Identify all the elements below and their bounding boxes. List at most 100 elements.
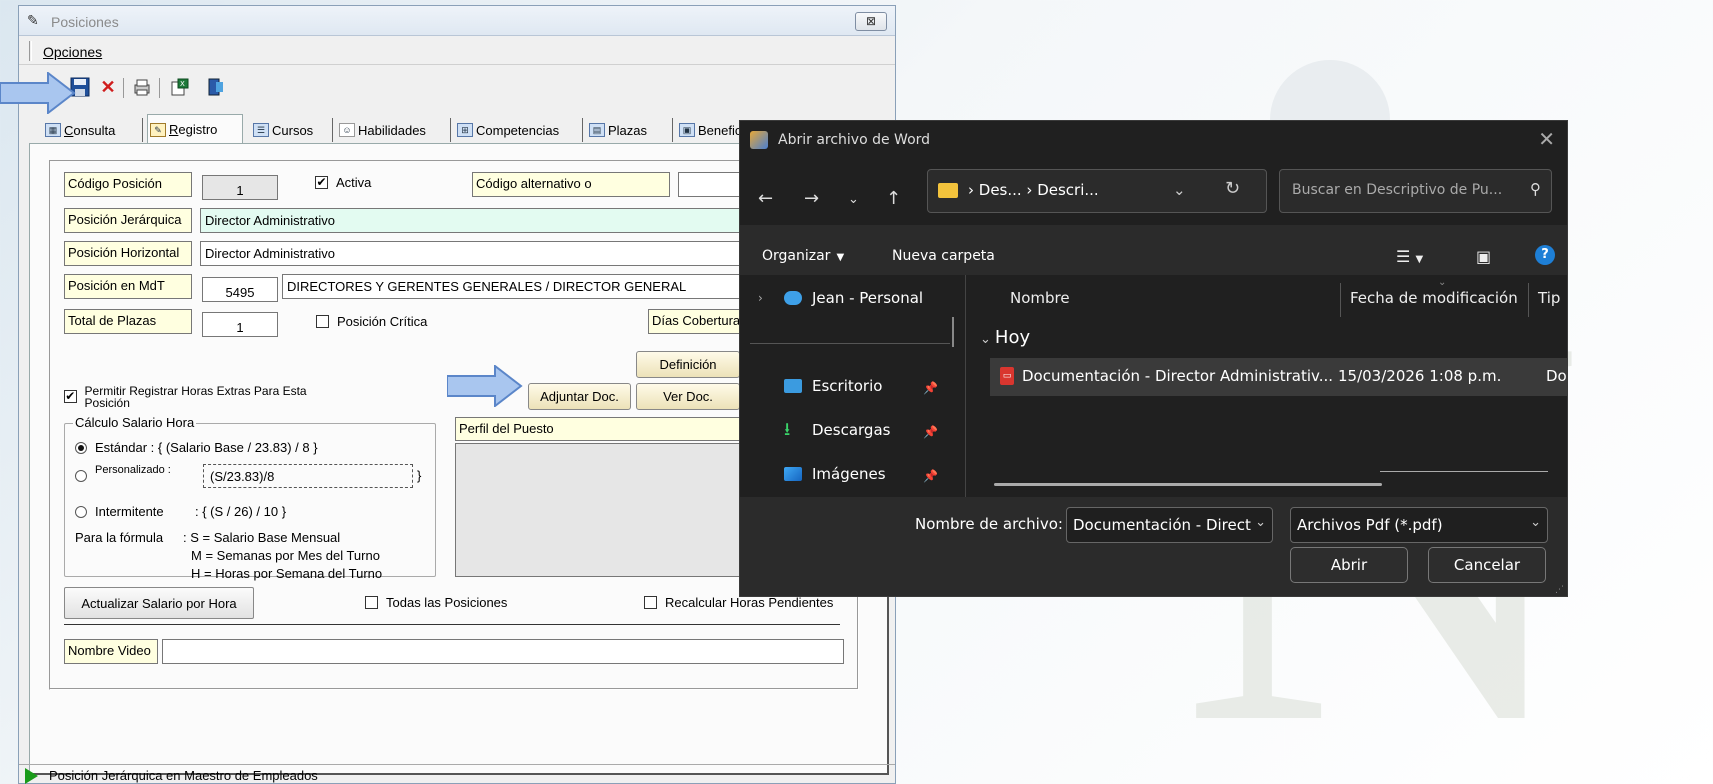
nav-scrollbar[interactable] (952, 317, 954, 347)
preview-pane-icon[interactable]: ▣ (1476, 247, 1491, 266)
view-menu-icon[interactable]: ☰ ▼ (1396, 247, 1423, 266)
pin-icon[interactable]: 📌 (923, 469, 938, 483)
chevron-down-icon[interactable]: ⌄ (1530, 515, 1541, 530)
posicion-critica-checkbox[interactable]: Posición Crítica (316, 314, 427, 329)
forward-arrow-icon[interactable]: → (804, 188, 819, 209)
pictures-icon (784, 467, 802, 481)
file-list-header: Nombre ⌄ Fecha de modificación Tip (978, 277, 1567, 319)
estandar-radio[interactable]: Estándar : { (Salario Base / 23.83) / 8 … (75, 440, 318, 455)
cancel-button[interactable]: Cancelar (1428, 547, 1546, 583)
resize-grip-icon[interactable]: ⋰ (1555, 585, 1564, 595)
recent-chevron-icon[interactable]: ⌄ (848, 192, 859, 207)
intermitente-radio[interactable]: Intermitente (75, 504, 164, 519)
pin-icon[interactable]: 📌 (923, 381, 938, 395)
nav-descargas-label: Descargas (812, 421, 891, 439)
calculo-salario-title: Cálculo Salario Hora (73, 415, 197, 430)
toolbar-separator (159, 78, 160, 98)
recalcular-horas-label: Recalcular Horas Pendientes (665, 595, 834, 610)
divider (64, 624, 840, 625)
up-arrow-icon[interactable]: ↑ (886, 188, 901, 209)
group-hoy[interactable]: ⌄ Hoy (980, 327, 1030, 348)
nav-imagenes[interactable]: Imágenes (784, 465, 886, 483)
titlebar: ✎ Posiciones ⊠ (19, 6, 895, 36)
open-button[interactable]: Abrir (1290, 547, 1408, 583)
search-input[interactable]: Buscar en Descriptivo de Pu... ⚲ (1279, 169, 1552, 213)
tab-competencias[interactable]: ⊞ Competencias (455, 118, 583, 142)
filetype-value: Archivos Pdf (*.pdf) (1297, 516, 1443, 534)
personalizado-radio[interactable]: Personalizado : (75, 464, 171, 482)
breadcrumb[interactable]: › Des... › Descri... ⌄ ↻ (927, 169, 1267, 213)
chevron-down-icon[interactable]: ⌄ (1255, 515, 1266, 530)
tab-consulta[interactable]: ▦ Consulta (43, 118, 143, 142)
file-row[interactable]: ▭ Documentación - Director Administrativ… (990, 358, 1567, 396)
dialog-footer: Nombre de archivo: Documentación - Direc… (740, 497, 1567, 596)
column-separator[interactable] (1528, 283, 1529, 317)
radio-selected-icon (75, 441, 87, 454)
tab-habilidades-label: Habilidades (358, 122, 426, 138)
posicion-critica-label: Posición Crítica (337, 314, 428, 329)
tab-habilidades[interactable]: ☺ Habilidades (337, 118, 451, 142)
organizar-menu[interactable]: Organizar ▼ (762, 248, 844, 264)
nav-imagenes-label: Imágenes (812, 465, 886, 483)
file-name: Documentación - Director Administrativ..… (1022, 367, 1334, 385)
activa-checkbox[interactable]: ✔ Activa (315, 175, 371, 190)
arrow-pointer-icon (0, 70, 76, 116)
delete-icon[interactable]: ✕ (97, 76, 119, 98)
refresh-icon[interactable]: ↻ (1225, 178, 1240, 199)
filename-input[interactable]: Documentación - Direct ⌄ (1066, 507, 1273, 543)
todas-posiciones-checkbox[interactable]: Todas las Posiciones (365, 595, 507, 610)
excel-export-icon[interactable]: X (169, 76, 191, 98)
search-icon: ⚲ (1530, 180, 1541, 198)
tab-registro[interactable]: ✎ Registro (147, 114, 243, 144)
close-button[interactable]: ⊠ (855, 12, 887, 31)
download-icon: ⭳ (784, 419, 791, 440)
definicion-button[interactable]: Definición (636, 351, 740, 378)
edit-icon: ✎ (150, 122, 166, 137)
radio-empty-icon (75, 505, 87, 518)
tab-beneficios-label: Benefici (698, 122, 745, 138)
column-tipo[interactable]: Tip (1538, 289, 1560, 307)
ver-doc-button[interactable]: Ver Doc. (636, 383, 740, 410)
horas-extras-checkbox[interactable]: ✔ Permitir Registrar Horas Extras Para Es… (64, 385, 344, 409)
column-nombre[interactable]: Nombre (1010, 289, 1070, 307)
formula-h: H = Horas por Semana del Turno (191, 566, 383, 581)
help-icon[interactable]: ? (1535, 245, 1555, 265)
intermitente-formula: : { (S / 26) / 10 } (195, 504, 287, 519)
adjuntar-doc-button[interactable]: Adjuntar Doc. (528, 383, 631, 410)
calculo-salario-group: Cálculo Salario Hora Estándar : { (Salar… (64, 415, 436, 581)
nav-escritorio[interactable]: Escritorio (784, 377, 882, 395)
menu-opciones[interactable]: Opciones (43, 44, 102, 60)
search-placeholder: Buscar en Descriptivo de Pu... (1292, 182, 1503, 198)
pin-icon[interactable]: 📌 (923, 425, 938, 439)
desktop-icon (784, 379, 802, 393)
tab-cursos[interactable]: ☰ Cursos (251, 118, 333, 142)
people-icon: ☺ (339, 123, 355, 137)
recalcular-horas-checkbox[interactable]: Recalcular Horas Pendientes (644, 595, 833, 610)
pane-splitter[interactable] (965, 275, 966, 497)
nueva-carpeta-button[interactable]: Nueva carpeta (892, 248, 995, 264)
formula-s: : S = Salario Base Mensual (183, 530, 341, 545)
intermitente-label: Intermitente (95, 504, 164, 519)
print-icon[interactable] (131, 76, 153, 98)
nav-descargas[interactable]: ⭳ Descargas (784, 419, 891, 440)
list-divider (1380, 471, 1548, 472)
nombre-video-field[interactable] (162, 639, 844, 664)
column-fecha[interactable]: Fecha de modificación (1350, 289, 1518, 307)
total-plazas-field[interactable]: 1 (202, 312, 278, 337)
back-arrow-icon[interactable]: ← (758, 188, 773, 209)
nav-personal[interactable]: Jean - Personal (784, 289, 923, 307)
posicion-horizontal-label: Posición Horizontal (64, 241, 192, 266)
horas-extras-label: Permitir Registrar Horas Extras Para Est… (84, 384, 307, 410)
chevron-right-icon[interactable]: › (758, 291, 763, 305)
chevron-down-icon[interactable]: ⌄ (1173, 181, 1186, 199)
exit-icon[interactable] (205, 76, 227, 98)
dialog-close-icon[interactable]: ✕ (1538, 127, 1555, 151)
column-separator[interactable] (1340, 283, 1341, 317)
posicion-mdt-code-field[interactable]: 5495 (202, 277, 278, 302)
horizontal-scrollbar[interactable] (994, 483, 1382, 486)
actualizar-salario-button[interactable]: Actualizar Salario por Hora (64, 587, 254, 619)
codigo-posicion-field[interactable]: 1 (202, 175, 278, 200)
filetype-select[interactable]: Archivos Pdf (*.pdf) ⌄ (1290, 507, 1548, 543)
tab-plazas[interactable]: ▤ Plazas (587, 118, 673, 142)
personalizado-formula-field[interactable]: (S/23.83)/8 (203, 464, 413, 488)
